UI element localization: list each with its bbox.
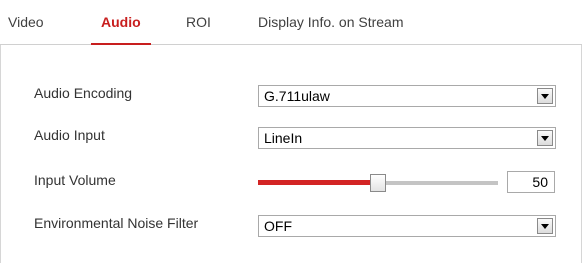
noise-filter-label: Environmental Noise Filter bbox=[34, 215, 199, 231]
audio-input-label: Audio Input bbox=[34, 127, 105, 143]
input-volume-label: Input Volume bbox=[34, 172, 116, 188]
audio-encoding-value: G.711ulaw bbox=[264, 88, 330, 104]
chevron-down-icon[interactable] bbox=[537, 88, 553, 104]
audio-form: Audio Encoding G.711ulaw Audio Input Lin… bbox=[0, 45, 582, 263]
slider-thumb[interactable] bbox=[370, 174, 386, 192]
audio-input-select[interactable]: LineIn bbox=[258, 127, 556, 149]
tab-display-info-on-stream[interactable]: Display Info. on Stream bbox=[258, 0, 404, 44]
input-volume-value[interactable]: 50 bbox=[507, 171, 555, 193]
noise-filter-select[interactable]: OFF bbox=[258, 215, 556, 237]
noise-filter-value: OFF bbox=[264, 218, 292, 234]
audio-encoding-label: Audio Encoding bbox=[34, 85, 133, 101]
tab-video[interactable]: Video bbox=[8, 0, 44, 44]
audio-encoding-select[interactable]: G.711ulaw bbox=[258, 85, 556, 107]
chevron-down-icon[interactable] bbox=[537, 130, 553, 146]
input-volume-slider[interactable] bbox=[258, 174, 498, 192]
tab-audio[interactable]: Audio bbox=[91, 0, 151, 45]
chevron-down-icon[interactable] bbox=[537, 218, 553, 234]
tab-roi[interactable]: ROI bbox=[186, 0, 211, 44]
slider-fill bbox=[258, 180, 372, 185]
audio-settings-panel: Video Audio ROI Display Info. on Stream … bbox=[0, 0, 582, 264]
tab-bar: Video Audio ROI Display Info. on Stream bbox=[0, 0, 582, 45]
audio-input-value: LineIn bbox=[264, 130, 303, 146]
